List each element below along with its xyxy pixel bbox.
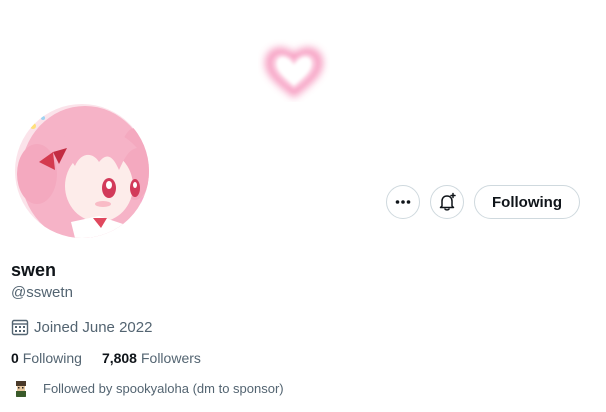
following-count: 0: [11, 350, 19, 366]
following-label: Following: [22, 350, 82, 366]
followers-label: Followers: [140, 350, 201, 366]
bell-plus-icon: [439, 192, 456, 211]
profile-actions: Following: [386, 185, 580, 219]
more-horizontal-icon: [395, 200, 411, 204]
following-button[interactable]: Following: [474, 185, 580, 219]
profile-display-name: swen: [11, 260, 57, 280]
followers-stat-link[interactable]: 7,808 Followers: [102, 350, 201, 366]
follower-avatar: [11, 378, 31, 398]
profile-page: Following swen @sswetn Joined June 2022 …: [0, 0, 606, 412]
followers-count: 7,808: [101, 350, 137, 366]
follow-stats: 0 Following 7,808 Followers: [11, 350, 201, 366]
followed-by-text: Followed by spookyaloha (dm to sponsor): [43, 380, 284, 396]
profile-handle: @sswetn: [11, 284, 73, 301]
followed-by-link[interactable]: Followed by spookyaloha (dm to sponsor): [11, 378, 284, 398]
following-stat-link[interactable]: 0 Following: [11, 350, 82, 366]
profile-avatar[interactable]: [11, 100, 153, 242]
joined-date: Joined June 2022: [11, 318, 152, 336]
joined-text: Joined June 2022: [34, 318, 153, 336]
more-button[interactable]: [386, 185, 420, 219]
notifications-button[interactable]: [430, 185, 464, 219]
calendar-icon: [11, 319, 29, 336]
avatar-image: [15, 104, 149, 238]
heart-icon: [265, 47, 323, 98]
